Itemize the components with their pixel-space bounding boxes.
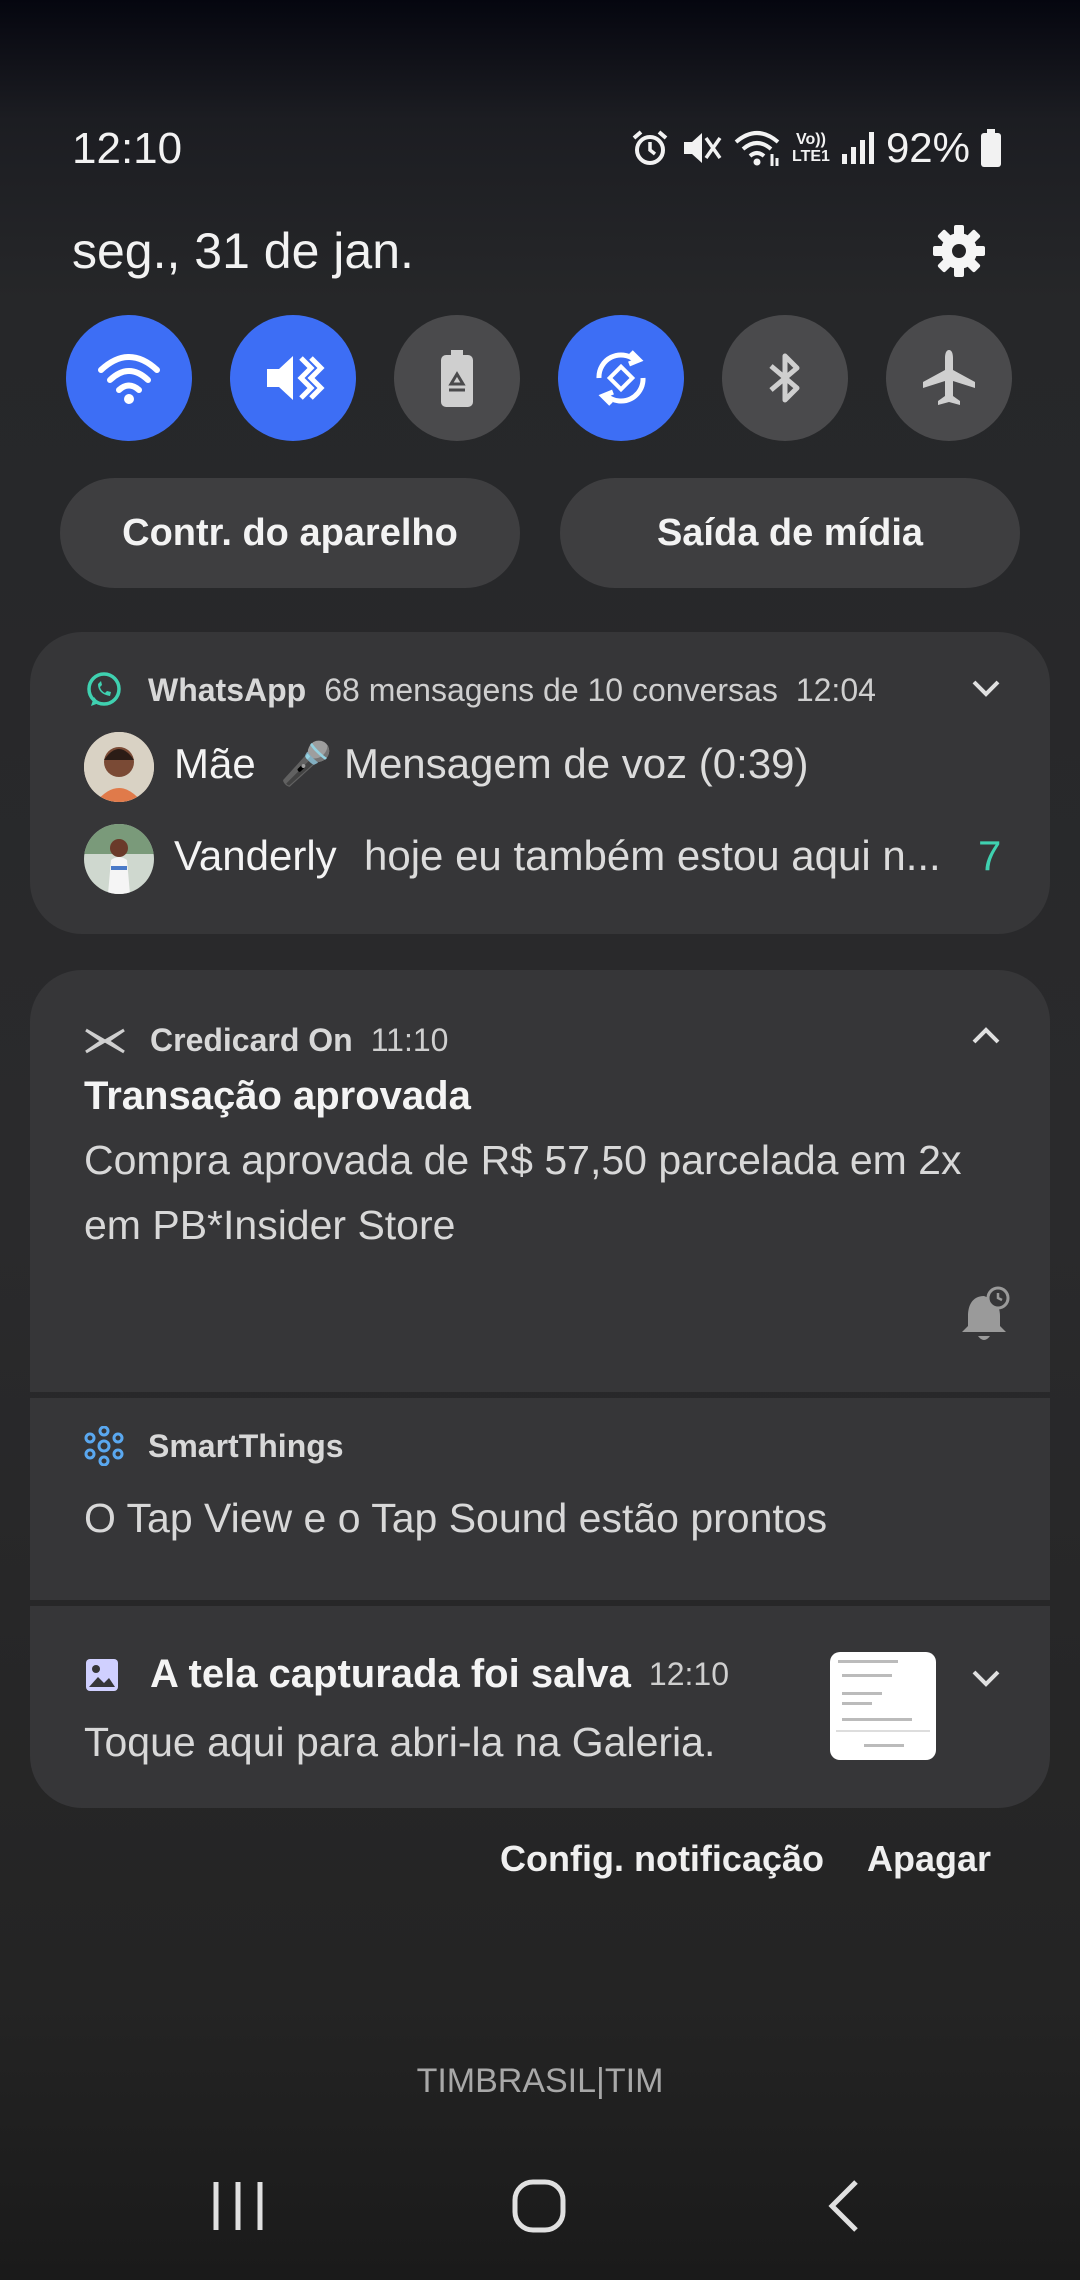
bluetooth-icon bbox=[769, 353, 800, 403]
unread-count-badge: 7 bbox=[978, 832, 1002, 879]
device-control-button[interactable]: Contr. do aparelho bbox=[60, 478, 520, 588]
notification-time: 12:10 bbox=[648, 1656, 729, 1692]
avatar bbox=[84, 732, 154, 802]
toggle-power-saving[interactable] bbox=[394, 315, 520, 441]
battery-icon bbox=[981, 129, 1001, 167]
power-saving-icon bbox=[441, 350, 473, 407]
wifi-status-icon bbox=[734, 131, 780, 166]
chevron-down-icon[interactable] bbox=[966, 668, 1006, 708]
gallery-icon bbox=[86, 1658, 118, 1691]
airplane-icon bbox=[923, 350, 975, 405]
settings-gear-icon[interactable] bbox=[930, 222, 988, 280]
conversation-name: Vanderly bbox=[174, 832, 337, 879]
home-icon[interactable] bbox=[511, 2178, 567, 2234]
snooze-bell-icon[interactable] bbox=[958, 1286, 1012, 1344]
media-output-button[interactable]: Saída de mídia bbox=[560, 478, 1020, 588]
notification-title: A tela capturada foi salva bbox=[150, 1652, 631, 1696]
auto-rotate-icon bbox=[596, 350, 646, 406]
smartthings-icon bbox=[84, 1426, 124, 1466]
credicard-notification[interactable]: Credicard On 11:10 Transação aprovada Co… bbox=[30, 970, 1050, 1392]
carrier-label: TIMBRASIL|TIM bbox=[416, 2062, 664, 2100]
toggle-bluetooth[interactable] bbox=[722, 315, 848, 441]
notification-time: 12:04 bbox=[795, 671, 876, 708]
whatsapp-icon bbox=[87, 672, 121, 706]
notification-title: Transação aprovada bbox=[84, 1074, 471, 1118]
status-icons: Vo)) LTE1 92% bbox=[630, 124, 1002, 172]
battery-percent: 92% bbox=[885, 124, 970, 171]
notification-time: 11:10 bbox=[370, 1022, 449, 1058]
notification-summary: 68 mensagens de 10 conversas bbox=[324, 671, 778, 708]
notification-app-name: SmartThings bbox=[148, 1427, 344, 1464]
conversation-name: Mãe bbox=[174, 740, 256, 787]
volte-icon: Vo)) LTE1 bbox=[792, 131, 830, 165]
notification-body: O Tap View e o Tap Sound estão prontos bbox=[84, 1495, 828, 1541]
toggle-auto-rotate[interactable] bbox=[558, 315, 684, 441]
status-time: 12:10 bbox=[72, 124, 183, 173]
wifi-icon bbox=[98, 354, 160, 404]
chevron-down-icon[interactable] bbox=[966, 1658, 1006, 1698]
date-label: seg., 31 de jan. bbox=[72, 223, 414, 279]
vibrate-icon bbox=[267, 356, 325, 400]
chevron-up-icon[interactable] bbox=[966, 1016, 1006, 1056]
clear-all-button[interactable]: Apagar bbox=[867, 1838, 991, 1880]
whatsapp-notification[interactable]: WhatsApp 68 mensagens de 10 conversas 12… bbox=[30, 632, 1050, 934]
screenshot-thumbnail[interactable] bbox=[830, 1652, 936, 1760]
mute-icon bbox=[684, 133, 722, 163]
notification-settings-button[interactable]: Config. notificação bbox=[500, 1838, 824, 1880]
notification-body: Compra aprovada de R$ 57,50 parcelada em… bbox=[84, 1137, 962, 1248]
back-icon[interactable] bbox=[818, 2178, 874, 2234]
toggle-wifi[interactable] bbox=[66, 315, 192, 441]
alarm-icon bbox=[632, 130, 668, 165]
avatar bbox=[84, 824, 154, 894]
notification-body: Toque aqui para abri-la na Galeria. bbox=[84, 1719, 716, 1765]
signal-icon bbox=[841, 132, 874, 164]
smartthings-notification[interactable]: SmartThings O Tap View e o Tap Sound est… bbox=[30, 1398, 1050, 1600]
credicard-logo-icon bbox=[85, 1028, 125, 1053]
recent-apps-icon[interactable] bbox=[210, 2178, 266, 2234]
toggle-vibrate[interactable] bbox=[230, 315, 356, 441]
conversation-message: 🎤 Mensagem de voz (0:39) bbox=[280, 740, 809, 787]
toggle-airplane[interactable] bbox=[886, 315, 1012, 441]
notification-app-name: Credicard On bbox=[150, 1022, 353, 1058]
notification-app-name: WhatsApp bbox=[148, 671, 307, 708]
conversation-message: hoje eu também estou aqui n... bbox=[364, 832, 941, 879]
